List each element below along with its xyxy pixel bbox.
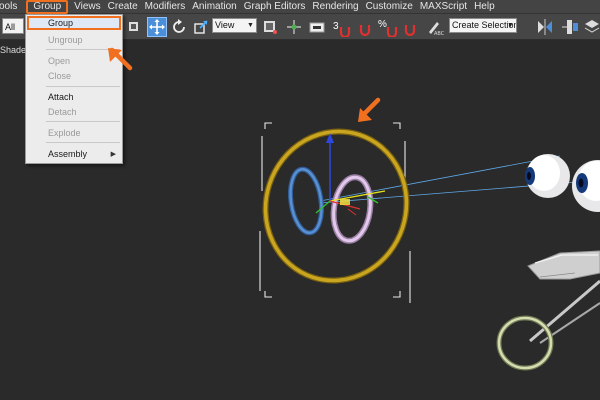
layers-icon	[584, 20, 600, 33]
select-and-rotate-button[interactable]	[169, 17, 189, 37]
pivot-center-icon	[264, 21, 277, 34]
spinner-snap-toggle-button[interactable]	[401, 17, 421, 37]
select-and-move-button[interactable]	[147, 17, 167, 37]
select-region-icon	[129, 22, 138, 31]
manipulate-icon	[287, 20, 301, 34]
keyboard-shortcut-override-button[interactable]	[307, 17, 327, 37]
snaps-toggle-button[interactable]: 3	[333, 17, 353, 37]
align-icon	[562, 20, 578, 34]
group-menu-item-explode[interactable]: Explode	[27, 126, 121, 140]
spinner-snap-icon	[404, 25, 416, 37]
named-selection-set-dropdown[interactable]: Create Selection Se ▼	[449, 18, 517, 33]
group-menu-item-attach[interactable]: Attach	[27, 90, 121, 104]
group-menu-item-assembly[interactable]: Assembly	[27, 147, 121, 161]
magnet-icon	[386, 27, 398, 37]
group-menu-item-detach[interactable]: Detach	[27, 105, 121, 119]
mirror-button[interactable]	[535, 17, 555, 37]
mirror-icon	[538, 19, 552, 35]
menu-rendering[interactable]: Rendering	[312, 0, 365, 14]
edit-named-selection-button[interactable]: ABC	[424, 17, 445, 37]
select-and-scale-button[interactable]	[191, 17, 211, 37]
svg-text:ABC: ABC	[434, 31, 444, 37]
right-eyeball[interactable]	[572, 160, 600, 212]
select-region-button[interactable]	[124, 17, 144, 37]
menu-maxscript[interactable]: MAXScript	[420, 0, 474, 14]
use-pivot-center-button[interactable]	[260, 17, 280, 37]
menu-graph-editors[interactable]: Graph Editors	[244, 0, 313, 14]
reference-coordinate-dropdown[interactable]: View ▼	[212, 18, 257, 33]
menu-bar: ools Group Views Create Modifiers Animat…	[0, 0, 600, 14]
angle-snap-toggle-button[interactable]	[356, 17, 376, 37]
menu-divider	[46, 121, 120, 122]
menu-animation[interactable]: Animation	[192, 0, 243, 14]
callout-arrow-icon	[108, 47, 133, 71]
snaps-label: 3	[333, 21, 339, 32]
menu-modifiers[interactable]: Modifiers	[145, 0, 193, 14]
menu-help[interactable]: Help	[474, 0, 502, 14]
menu-divider	[46, 86, 120, 87]
menu-customize[interactable]: Customize	[366, 0, 420, 14]
move-icon	[149, 19, 165, 35]
angle-snap-icon	[359, 25, 371, 37]
scale-icon	[194, 20, 208, 34]
menu-divider	[46, 142, 120, 143]
menu-tools[interactable]: ools	[0, 0, 24, 14]
chevron-down-icon: ▼	[507, 22, 514, 29]
layer-manager-button[interactable]	[582, 17, 600, 37]
selection-filter-dropdown[interactable]: All	[2, 18, 24, 34]
magnet-icon	[339, 27, 351, 37]
group-menu-dropdown: Group Ungroup Open Close Attach Detach E…	[25, 14, 123, 164]
align-button[interactable]	[560, 17, 580, 37]
grey-tray-object[interactable]	[527, 250, 600, 280]
chevron-down-icon: ▼	[247, 22, 254, 29]
menu-views[interactable]: Views	[74, 0, 108, 14]
select-and-manipulate-button[interactable]	[284, 17, 304, 37]
menu-create[interactable]: Create	[108, 0, 145, 14]
chevron-right-icon: ▶	[110, 151, 116, 158]
group-menu-item-group[interactable]: Group	[27, 16, 121, 30]
reference-coordinate-value: View	[215, 20, 235, 30]
pencil-icon: ABC	[429, 22, 445, 37]
rotate-icon	[173, 19, 185, 33]
handle-ring-object[interactable]	[496, 279, 600, 371]
percent-snap-toggle-button[interactable]: %	[378, 17, 398, 37]
menu-group[interactable]: Group	[26, 0, 69, 14]
keyboard-icon	[309, 22, 325, 33]
left-eyeball[interactable]	[525, 154, 570, 198]
group-menu-item-ungroup[interactable]: Ungroup	[27, 33, 121, 47]
callout-arrow-icon	[358, 97, 381, 122]
